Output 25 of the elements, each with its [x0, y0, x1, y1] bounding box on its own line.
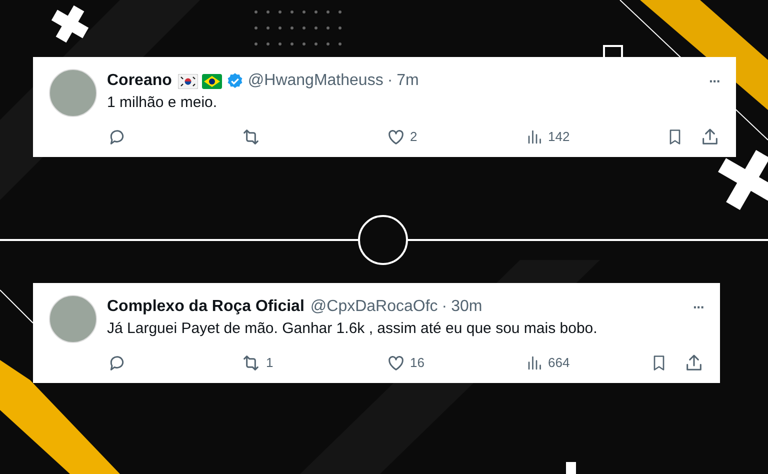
like-icon[interactable]: [386, 127, 406, 147]
views-count: 142: [548, 128, 570, 146]
user-handle[interactable]: @HwangMatheuss: [248, 71, 384, 91]
separator-dot: ·: [442, 297, 448, 317]
views-icon[interactable]: [526, 354, 544, 372]
timestamp[interactable]: 7m: [396, 71, 419, 91]
user-handle[interactable]: @CpxDaRocaOfc: [310, 297, 438, 317]
like-count: 2: [410, 128, 418, 146]
display-name[interactable]: Coreano: [107, 71, 172, 91]
avatar: [49, 69, 97, 117]
more-options-button[interactable]: ···: [693, 297, 704, 317]
timestamp[interactable]: 30m: [451, 297, 482, 317]
share-icon[interactable]: [684, 353, 704, 373]
like-count: 16: [410, 354, 424, 372]
like-icon[interactable]: [386, 353, 406, 373]
avatar: [49, 295, 97, 343]
retweet-count: 1: [266, 354, 274, 372]
views-icon[interactable]: [526, 128, 544, 146]
display-name[interactable]: Complexo da Roça Oficial: [107, 297, 304, 317]
tweet-text: Já Larguei Payet de mão. Ganhar 1.6k , assim até eu que sou mais bobo.: [107, 319, 598, 339]
views-count: 664: [548, 354, 570, 372]
more-options-button[interactable]: ···: [709, 71, 720, 91]
tweet-text: 1 milhão e meio.: [107, 93, 218, 113]
separator-dot: ·: [387, 71, 393, 91]
share-icon[interactable]: [700, 127, 720, 147]
